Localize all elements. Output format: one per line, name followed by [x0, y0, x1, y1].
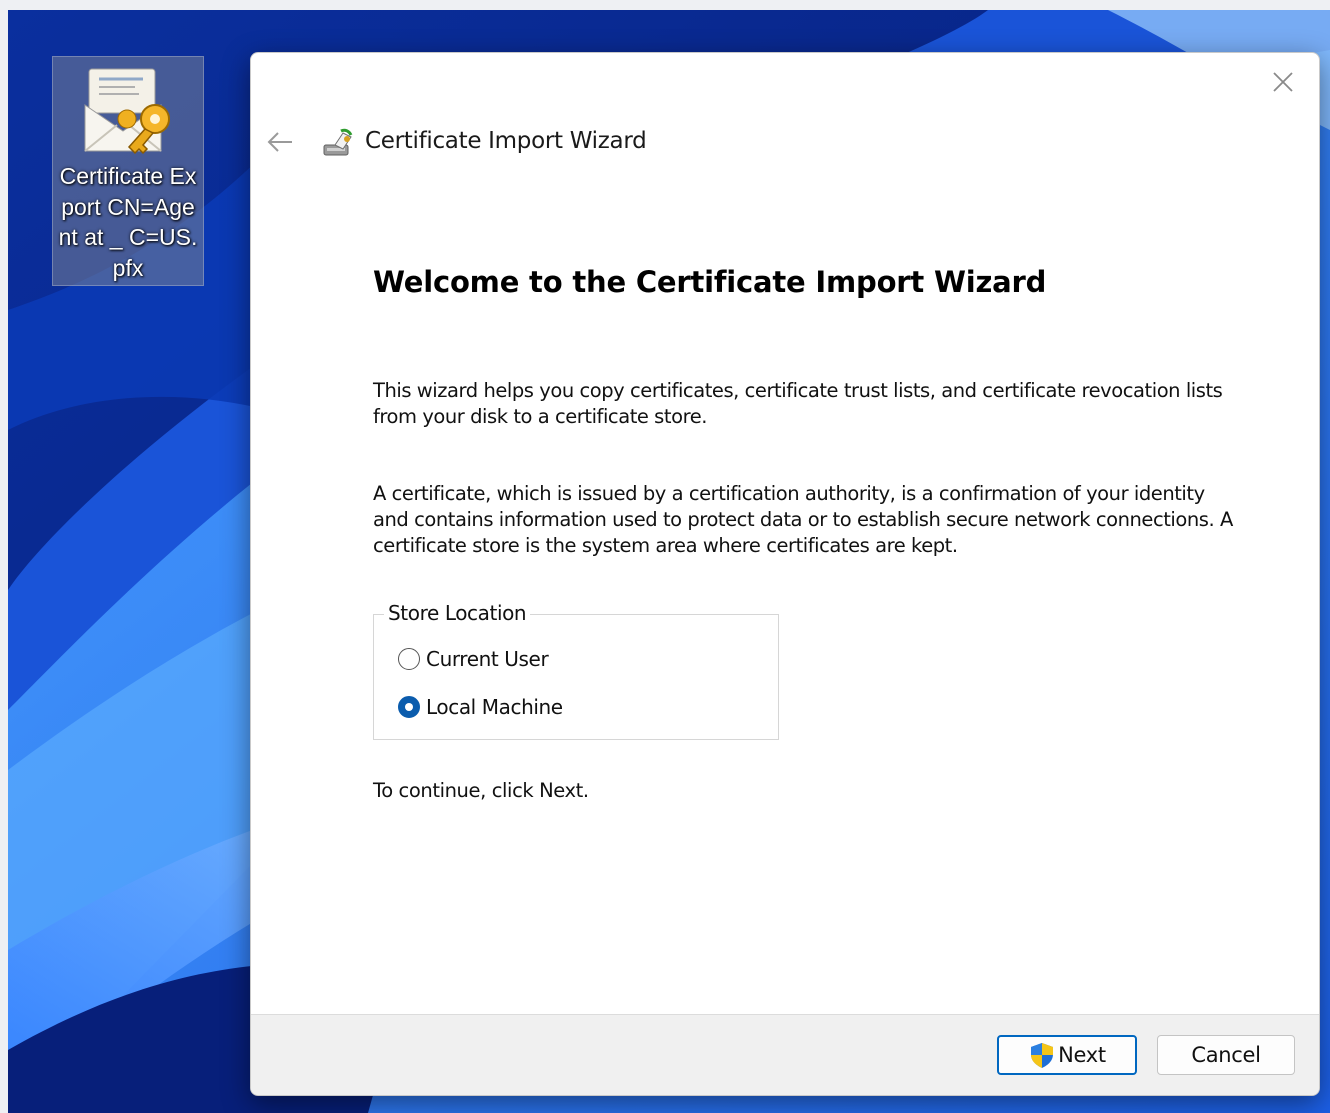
- next-button[interactable]: Next: [997, 1035, 1137, 1075]
- close-icon: [1273, 72, 1293, 92]
- radio-label: Local Machine: [426, 695, 563, 719]
- page-heading: Welcome to the Certificate Import Wizard: [373, 265, 1047, 299]
- cancel-button-label: Cancel: [1191, 1043, 1261, 1067]
- desktop[interactable]: Certificate Export CN=Agent at _ C=US.pf…: [8, 10, 1330, 1113]
- close-button[interactable]: [1261, 65, 1305, 99]
- uac-shield-icon: [1031, 1043, 1054, 1068]
- screen: Certificate Export CN=Agent at _ C=US.pf…: [0, 0, 1330, 1113]
- radio-current-user[interactable]: Current User: [398, 644, 549, 674]
- desktop-file-icon[interactable]: Certificate Export CN=Agent at _ C=US.pf…: [52, 56, 204, 286]
- certificate-wizard-icon: [323, 128, 353, 156]
- intro-paragraph: This wizard helps you copy certificates,…: [373, 379, 1223, 428]
- next-button-label: Next: [1058, 1043, 1106, 1067]
- description-paragraph: A certificate, which is issued by a cert…: [373, 482, 1233, 557]
- store-location-legend: Store Location: [384, 601, 531, 625]
- radio-button-checked[interactable]: [398, 696, 420, 718]
- dialog-footer: Next Cancel: [251, 1014, 1319, 1095]
- certificate-import-wizard-dialog: Certificate Import Wizard Welcome to the…: [250, 52, 1320, 1096]
- radio-label: Current User: [426, 647, 549, 671]
- cancel-button[interactable]: Cancel: [1157, 1035, 1295, 1075]
- back-arrow-icon: [267, 132, 292, 152]
- continue-instruction: To continue, click Next.: [373, 779, 589, 802]
- pfx-certificate-file-icon: [84, 68, 170, 155]
- back-button[interactable]: [263, 127, 297, 157]
- desktop-file-label: Certificate Export CN=Agent at _ C=US.pf…: [58, 163, 198, 281]
- radio-local-machine[interactable]: Local Machine: [398, 692, 563, 722]
- window-title: Certificate Import Wizard: [365, 128, 647, 154]
- radio-button-unchecked[interactable]: [398, 648, 420, 670]
- store-location-group: Store Location Current User Local Machin…: [373, 601, 779, 740]
